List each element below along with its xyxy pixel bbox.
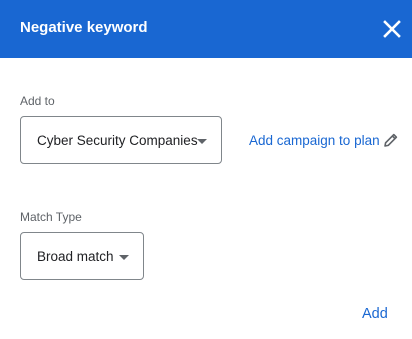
negative-keyword-dialog: Negative keyword Add to Cyber Security C…: [0, 0, 412, 339]
add-to-label: Add to: [20, 94, 55, 108]
dropdown-caret-icon: [119, 255, 129, 260]
close-button[interactable]: [380, 17, 404, 41]
campaign-select-value: Cyber Security Companies: [37, 133, 198, 148]
match-type-select-value: Broad match: [37, 249, 114, 264]
dropdown-caret-icon: [197, 139, 207, 144]
dialog-header: Negative keyword: [0, 0, 412, 58]
dialog-title: Negative keyword: [20, 19, 148, 36]
match-type-label: Match Type: [20, 210, 82, 224]
add-button[interactable]: Add: [362, 304, 388, 324]
add-campaign-to-plan-link[interactable]: Add campaign to plan: [249, 132, 380, 150]
pencil-icon[interactable]: [383, 132, 399, 148]
match-type-select[interactable]: Broad match: [20, 232, 144, 280]
campaign-select[interactable]: Cyber Security Companies: [20, 116, 222, 164]
close-icon: [383, 20, 401, 38]
